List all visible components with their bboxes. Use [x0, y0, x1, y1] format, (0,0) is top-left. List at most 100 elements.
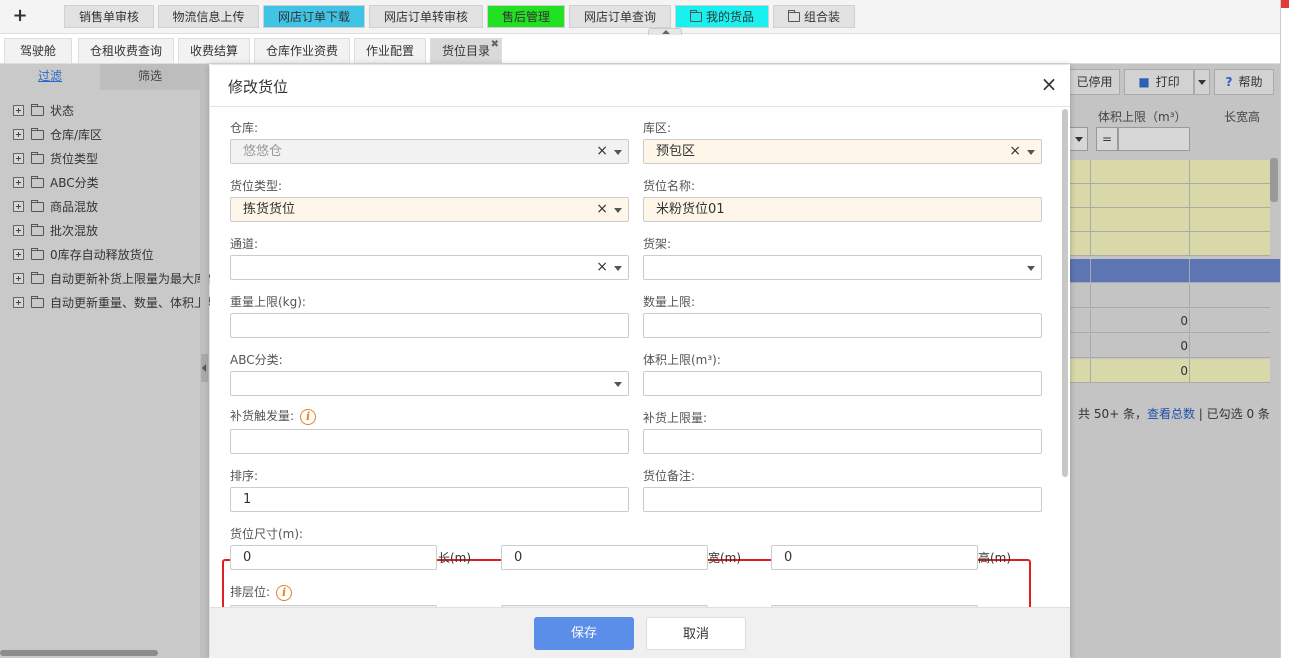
clear-icon[interactable]: ×	[596, 140, 608, 163]
print-dropdown-button[interactable]	[1194, 69, 1210, 95]
tab-operation-fees[interactable]: 仓库作业资费	[254, 38, 350, 63]
table-row[interactable]	[1070, 184, 1270, 208]
info-icon[interactable]: i	[300, 408, 317, 425]
top-tab-bundle[interactable]: 组合装	[773, 5, 855, 28]
aisle-label: 通道:	[230, 237, 259, 251]
aisle-select[interactable]: ×	[230, 255, 629, 280]
slot-remark-label: 货位备注:	[643, 469, 696, 483]
slot-remark-input[interactable]	[643, 487, 1042, 512]
chevron-down-icon[interactable]	[614, 382, 622, 387]
expand-icon[interactable]	[13, 129, 24, 140]
save-button[interactable]: 保存	[534, 617, 634, 650]
tab-filter[interactable]: 过滤	[0, 64, 100, 90]
top-tab-after-sales[interactable]: 售后管理	[487, 5, 565, 28]
table-row[interactable]	[1070, 160, 1270, 184]
tab-operation-config[interactable]: 作业配置	[354, 38, 426, 63]
volume-limit-input[interactable]	[643, 371, 1042, 396]
tree-item-mixed-goods[interactable]: 商品混放	[13, 198, 98, 216]
chevron-down-icon[interactable]	[614, 150, 622, 155]
grid-footer: 共 50+ 条，查看总数 | 已勾选 0 条	[1078, 407, 1270, 421]
edit-slot-dialog: 修改货位 × 仓库: 悠悠仓 × 库区: 预包区 × 货位类型: 拣货货位 × …	[210, 65, 1070, 658]
expand-icon[interactable]	[13, 249, 24, 260]
print-button[interactable]: ■ 打印	[1124, 69, 1194, 95]
filter-dropdown[interactable]	[1070, 127, 1088, 151]
help-button[interactable]: ? 帮助	[1214, 69, 1274, 95]
column-header-volume[interactable]: 体积上限（m³）	[1098, 108, 1187, 125]
disabled-filter-button[interactable]: 已停用	[1070, 69, 1120, 95]
table-row[interactable]: 0	[1070, 334, 1270, 358]
top-tab-order-download[interactable]: 网店订单下载	[263, 5, 365, 28]
clear-icon[interactable]: ×	[596, 256, 608, 279]
slot-name-input[interactable]: 米粉货位01	[643, 197, 1042, 222]
table-cell: 0	[1180, 339, 1188, 353]
dialog-title: 修改货位	[228, 78, 289, 96]
close-tab-icon[interactable]: ✖	[491, 32, 499, 57]
clear-icon[interactable]: ×	[596, 198, 608, 221]
add-tab-button[interactable]: +	[10, 5, 30, 27]
table-row[interactable]	[1070, 232, 1270, 256]
shelf-select[interactable]	[643, 255, 1042, 280]
table-row[interactable]	[1070, 284, 1270, 308]
expand-icon[interactable]	[13, 225, 24, 236]
chevron-down-icon[interactable]	[614, 266, 622, 271]
table-row[interactable]: 0	[1070, 359, 1270, 383]
column-header-lwh[interactable]: 长宽高	[1224, 108, 1260, 125]
zone-select[interactable]: 预包区 ×	[643, 139, 1042, 164]
abc-select[interactable]	[230, 371, 629, 396]
slot-type-select[interactable]: 拣货货位 ×	[230, 197, 629, 222]
clear-icon[interactable]: ×	[1009, 140, 1021, 163]
replenish-trigger-input[interactable]	[230, 429, 629, 454]
width-input[interactable]: 0	[501, 545, 708, 570]
info-icon[interactable]: i	[276, 584, 293, 601]
top-tab-order-to-review[interactable]: 网店订单转审核	[369, 5, 483, 28]
top-tab-logistics-upload[interactable]: 物流信息上传	[158, 5, 259, 28]
tab-screen[interactable]: 筛选	[100, 64, 200, 90]
sort-input[interactable]: 1	[230, 487, 629, 512]
top-tab-order-query[interactable]: 网店订单查询	[569, 5, 671, 28]
folder-icon	[31, 104, 44, 116]
chevron-down-icon[interactable]	[1027, 150, 1035, 155]
expand-icon[interactable]	[13, 297, 24, 308]
chevron-down-icon[interactable]	[1027, 266, 1035, 271]
cancel-button[interactable]: 取消	[646, 617, 746, 650]
horizontal-scrollbar[interactable]	[0, 650, 158, 656]
table-row[interactable]	[1070, 208, 1270, 232]
collapse-left-icon[interactable]	[201, 354, 208, 382]
top-tab-my-goods[interactable]: 我的货品	[675, 5, 769, 28]
tree-item-warehouse-zone[interactable]: 仓库/库区	[13, 126, 102, 144]
qty-limit-input[interactable]	[643, 313, 1042, 338]
tab-cockpit[interactable]: 驾驶舱	[4, 38, 72, 63]
filter-value-input[interactable]	[1118, 127, 1190, 151]
tree-item-status[interactable]: 状态	[13, 102, 74, 120]
expand-icon[interactable]	[13, 105, 24, 116]
view-total-link[interactable]: 查看总数	[1147, 407, 1195, 421]
collapse-toolbar-handle[interactable]	[648, 28, 682, 35]
replenish-limit-input[interactable]	[643, 429, 1042, 454]
warehouse-select[interactable]: 悠悠仓 ×	[230, 139, 629, 164]
tab-rent-query[interactable]: 仓租收费查询	[78, 38, 174, 63]
expand-icon[interactable]	[13, 201, 24, 212]
tree-item-auto-update-limits[interactable]: 自动更新重量、数量、体积上限	[13, 294, 218, 312]
table-row-selected[interactable]	[1070, 259, 1280, 283]
height-input[interactable]: 0	[771, 545, 978, 570]
expand-icon[interactable]	[13, 177, 24, 188]
tree-item-slot-type[interactable]: 货位类型	[13, 150, 98, 168]
tree-item-auto-update-replenish[interactable]: 自动更新补货上限量为最大库存	[13, 270, 218, 288]
panel-splitter[interactable]	[200, 64, 209, 658]
table-row[interactable]: 0	[1070, 309, 1270, 333]
weight-limit-input[interactable]	[230, 313, 629, 338]
tree-item-abc[interactable]: ABC分类	[13, 174, 99, 192]
dialog-scrollbar[interactable]	[1062, 109, 1068, 477]
tree-item-auto-release[interactable]: 0库存自动释放货位	[13, 246, 154, 264]
expand-icon[interactable]	[13, 153, 24, 164]
tree-item-mixed-batch[interactable]: 批次混放	[13, 222, 98, 240]
vertical-scrollbar[interactable]	[1270, 158, 1278, 202]
expand-icon[interactable]	[13, 273, 24, 284]
tab-slot-catalog[interactable]: 货位目录 ✖	[430, 38, 502, 63]
tab-settlement[interactable]: 收费结算	[178, 38, 250, 63]
chevron-down-icon[interactable]	[614, 208, 622, 213]
filter-operator[interactable]: =	[1096, 127, 1118, 151]
length-input[interactable]: 0	[230, 545, 437, 570]
close-icon[interactable]: ×	[1038, 73, 1060, 95]
top-tab-sales-review[interactable]: 销售单审核	[64, 5, 154, 28]
